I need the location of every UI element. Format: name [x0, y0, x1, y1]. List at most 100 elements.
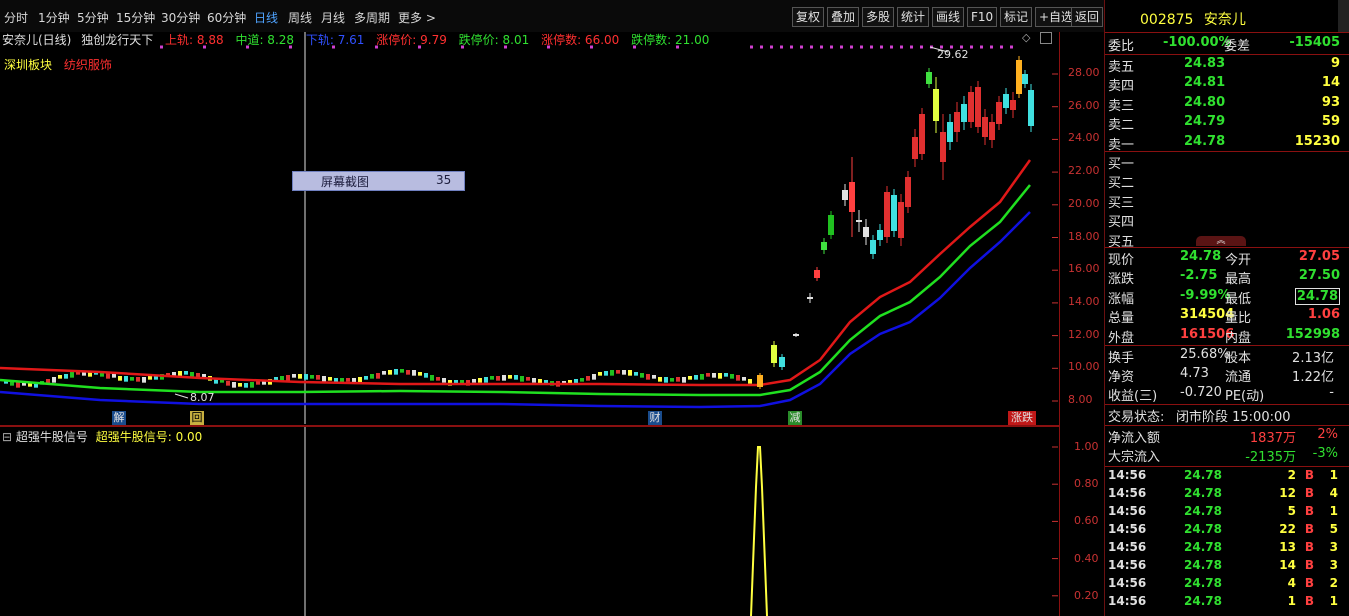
flat-candle	[646, 374, 650, 380]
ask-label: 卖四	[1108, 79, 1135, 95]
flat-candle	[388, 370, 392, 375]
low-price-label: 8.07	[190, 391, 215, 404]
period-tab-fenshi[interactable]: 分时	[4, 9, 28, 26]
tick-price: 24.78	[1184, 468, 1222, 482]
money-flow-row: 大宗流入 -2135万 -3%	[1108, 446, 1340, 465]
bid-label: 买四	[1108, 215, 1135, 231]
mark-button[interactable]: 标记	[1000, 7, 1033, 27]
flat-candle	[250, 382, 254, 388]
candle-body	[814, 270, 820, 278]
back-button[interactable]: 返回	[1071, 7, 1104, 27]
ask-volume: 9	[1330, 56, 1340, 71]
candle-body	[779, 357, 785, 367]
event-marker-jian[interactable]: 减	[788, 411, 802, 425]
flat-candle	[58, 375, 62, 379]
price-axis-tick: 12.00	[1068, 327, 1100, 341]
panel-scroll-toggle[interactable]	[1338, 0, 1349, 32]
tick-side: B	[1304, 486, 1314, 500]
flat-candle	[292, 374, 296, 378]
price-axis-tick: 20.00	[1068, 196, 1100, 210]
flat-candle	[364, 376, 368, 380]
tick-side: B	[1304, 576, 1314, 590]
tick-time: 14:56	[1108, 558, 1147, 572]
flat-candle	[682, 377, 686, 383]
fuquan-button[interactable]: 复权	[792, 7, 825, 27]
candle-body	[912, 137, 918, 159]
flat-candle	[286, 375, 290, 381]
candle-body	[870, 240, 876, 254]
event-marker-cai[interactable]: 财	[648, 411, 662, 425]
period-tab-15min[interactable]: 15分钟	[116, 9, 155, 26]
flat-candle	[622, 370, 626, 375]
quote-stat-row: 外盘 161506 内盘 152998	[1108, 327, 1340, 346]
quote-stat-label: 最高	[1225, 272, 1252, 288]
candle-body	[1003, 94, 1009, 108]
ask-volume: 59	[1321, 114, 1340, 130]
ask-row: 卖二 24.79 59	[1108, 114, 1340, 133]
tick-volume: 14	[1279, 558, 1296, 572]
flat-candle	[316, 375, 320, 380]
candle-body	[1022, 74, 1028, 84]
bid-row: 买二	[1108, 172, 1340, 191]
period-tab-1min[interactable]: 1分钟	[38, 9, 70, 26]
quote-stat-label: 涨幅	[1108, 291, 1135, 307]
flat-candle	[484, 377, 488, 383]
quote-stat-label: 涨跌	[1108, 272, 1135, 288]
quote-title: 002875 安奈儿	[1140, 9, 1246, 29]
price-axis-tick: 14.00	[1068, 294, 1100, 308]
period-tab-60min[interactable]: 60分钟	[207, 9, 246, 26]
period-tab-monthly[interactable]: 月线	[321, 9, 345, 26]
event-marker-hui[interactable]: 回	[190, 411, 204, 425]
candle-body	[982, 117, 988, 137]
tick-time: 14:56	[1108, 468, 1147, 482]
event-marker-jie[interactable]: 解	[112, 411, 126, 425]
flat-candle	[412, 370, 416, 376]
event-marker-zhangdie[interactable]: 涨跌	[1008, 411, 1036, 425]
quote-stat-label: 量比	[1225, 311, 1252, 327]
stock-name: 安奈儿	[1203, 12, 1246, 28]
candle-body	[996, 102, 1002, 124]
period-tab-30min[interactable]: 30分钟	[161, 9, 200, 26]
flat-candle	[478, 378, 482, 383]
quote-stat-label: 换手	[1108, 351, 1135, 366]
bid-label: 买一	[1108, 157, 1135, 172]
draw-line-button[interactable]: 画线	[932, 7, 965, 27]
flat-candle	[280, 376, 284, 381]
quote-stat-label: PE(动)	[1225, 389, 1265, 404]
period-tab-daily[interactable]: 日线	[254, 9, 278, 26]
quote-stat-value: 1.22亿	[1292, 370, 1334, 385]
flat-candle	[118, 376, 122, 381]
period-tab-more[interactable]: 更多 >	[398, 9, 436, 26]
price-axis-tick: 8.00	[1068, 393, 1093, 406]
period-tab-weekly[interactable]: 周线	[288, 9, 312, 26]
flat-candle	[304, 374, 308, 380]
money-flow-row: 净流入额 1837万 2%	[1108, 427, 1340, 446]
flat-candle	[532, 378, 536, 383]
weibi-value: -100.00%	[1163, 35, 1232, 50]
ask-row: 卖三 24.80 93	[1108, 95, 1340, 114]
tick-volume: 12	[1279, 486, 1296, 500]
bid-row: 买三	[1108, 192, 1340, 211]
flat-candle	[442, 378, 446, 383]
period-tab-5min[interactable]: 5分钟	[77, 9, 109, 26]
tick-count: 5	[1329, 522, 1338, 536]
collapse-orderbook-icon[interactable]: ︽	[1196, 236, 1246, 246]
multi-stock-button[interactable]: 多股	[862, 7, 895, 27]
candle-body	[807, 297, 813, 299]
f10-button[interactable]: F10	[967, 7, 998, 27]
flat-candle	[664, 377, 668, 383]
trade-status-row: 交易状态: 闭市阶段 15:00:00	[1108, 406, 1340, 425]
tick-price: 24.78	[1184, 594, 1222, 608]
screenshot-tooltip[interactable]: 屏幕截图 35	[292, 171, 465, 191]
flat-candle	[616, 370, 620, 374]
quote-stat-value: 27.50	[1298, 268, 1340, 284]
overlay-button[interactable]: 叠加	[827, 7, 860, 27]
trade-status-value: 闭市阶段 15:00:00	[1176, 410, 1291, 425]
tick-count: 1	[1329, 594, 1338, 608]
candle-body	[989, 122, 995, 140]
flat-candle	[526, 377, 530, 381]
upper-band-line	[0, 159, 1032, 387]
period-tab-multi[interactable]: 多周期	[354, 9, 390, 26]
statistics-button[interactable]: 统计	[897, 7, 930, 27]
tick-price: 24.78	[1184, 486, 1222, 500]
